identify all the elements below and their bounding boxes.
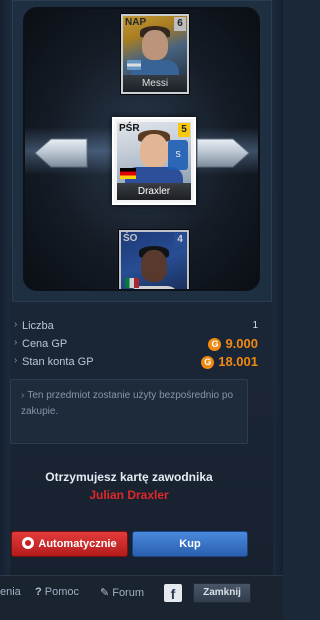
bullet-icon: › — [14, 355, 18, 366]
balance-row: › Stan konta GP G 18.001 — [14, 354, 272, 370]
price-value: G 9.000 — [208, 336, 258, 351]
help-label: Pomoc — [44, 586, 79, 598]
facebook-icon[interactable]: f — [164, 584, 182, 602]
balance-amount: 18.001 — [218, 354, 258, 369]
price-amount: 9.000 — [225, 336, 258, 351]
player-card-selected[interactable]: S PŚR 5 Draxler — [112, 117, 196, 205]
face-shape — [140, 134, 168, 168]
flag-icon — [125, 278, 139, 288]
card-number: 6 — [174, 17, 186, 31]
close-button[interactable]: Zamknij — [193, 583, 251, 603]
price-row: › Cena GP G 9.000 — [14, 336, 272, 352]
card-number: 5 — [178, 123, 190, 137]
card-number: 4 — [174, 233, 186, 247]
note-text: Ten przedmiot zostanie użyty bezpośredni… — [21, 390, 234, 417]
card-name: Draxler — [117, 183, 191, 200]
record-icon — [22, 537, 35, 549]
card-position: NAP — [125, 17, 147, 28]
player-card-next[interactable]: ŚO 4 — [118, 229, 190, 289]
gp-coin-icon: G — [201, 356, 215, 369]
balance-value: G 18.001 — [201, 354, 258, 369]
gp-coin-icon: G — [208, 338, 222, 351]
face-shape — [142, 30, 168, 60]
automatic-button-label: Automatycznie — [38, 538, 117, 550]
settings-link[interactable]: enia — [0, 586, 21, 598]
club-logo-icon: S — [168, 140, 188, 170]
bullet-icon: › — [14, 337, 18, 348]
help-link[interactable]: ? Pomoc — [35, 586, 79, 598]
card-carousel: NAP 6 Messi S PŚR 5 Draxler ŚO 4 — [12, 0, 272, 302]
flag-icon — [127, 60, 141, 70]
card-name: Messi — [123, 75, 187, 92]
forum-icon: ✎ — [100, 587, 110, 599]
card-position: ŚO — [123, 233, 138, 244]
face-shape — [141, 250, 167, 282]
next-card-arrow-icon[interactable] — [195, 131, 251, 175]
forum-label: Forum — [112, 587, 144, 599]
balance-label: Stan konta GP — [22, 356, 94, 368]
item-note: › Ten przedmiot zostanie użyty bezpośredn… — [10, 379, 248, 444]
price-label: Cena GP — [22, 338, 68, 350]
automatic-button[interactable]: Automatycznie — [11, 531, 128, 557]
player-card-previous[interactable]: NAP 6 Messi — [120, 13, 190, 95]
buy-button-label: Kup — [179, 538, 201, 550]
card-position: PŚR — [119, 123, 140, 134]
footer-bar: enia ? Pomoc ✎ Forum f Zamknij — [0, 575, 283, 620]
right-border — [273, 0, 283, 575]
count-label: Liczba — [22, 320, 54, 332]
bullet-icon: › — [14, 319, 18, 330]
purchase-dialog: NAP 6 Messi S PŚR 5 Draxler ŚO 4 › Liczb… — [0, 0, 283, 620]
bullet-icon: › — [21, 390, 25, 401]
flag-icon — [120, 168, 136, 179]
count-value: 1 — [252, 320, 258, 331]
reward-title: Otrzymujesz kartę zawodnika — [45, 470, 213, 484]
buy-button[interactable]: Kup — [132, 531, 248, 557]
previous-card-arrow-icon[interactable] — [33, 131, 89, 175]
help-icon: ? — [35, 586, 42, 598]
count-row: › Liczba 1 — [14, 318, 272, 334]
forum-link[interactable]: ✎ Forum — [100, 586, 144, 599]
reward-player-name: Julian Draxler — [89, 488, 169, 502]
